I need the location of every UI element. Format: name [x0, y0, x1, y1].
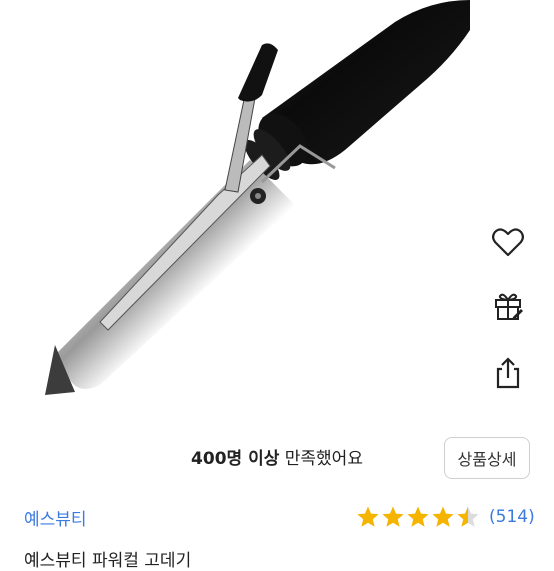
brand-link[interactable]: 예스뷰티 — [24, 505, 87, 530]
gift-icon — [495, 293, 523, 320]
product-title: 예스뷰티 파워컬 고데기 — [24, 551, 192, 571]
star-icon — [407, 506, 429, 527]
product-detail-button[interactable]: 상품상세 — [444, 437, 530, 479]
satisfaction-suffix: 만족했어요 — [279, 449, 363, 469]
gift-button[interactable] — [486, 284, 530, 328]
half-star-icon — [457, 506, 479, 527]
share-icon — [496, 357, 520, 389]
star-icon — [382, 506, 404, 527]
star-icon — [432, 506, 454, 527]
product-detail-screen: 400명 이상 만족했어요 상품상세 예스뷰티 (514) 예스뷰티 파워컬 고… — [0, 0, 554, 571]
wishlist-button[interactable] — [486, 220, 530, 264]
satisfaction-count: 400명 이상 — [191, 449, 280, 469]
rating-summary[interactable]: (514) — [356, 503, 535, 531]
review-count[interactable]: (514) — [489, 507, 535, 527]
product-image — [45, 0, 470, 395]
share-button[interactable] — [486, 351, 530, 395]
heart-icon — [492, 228, 524, 257]
star-icon — [357, 506, 379, 527]
